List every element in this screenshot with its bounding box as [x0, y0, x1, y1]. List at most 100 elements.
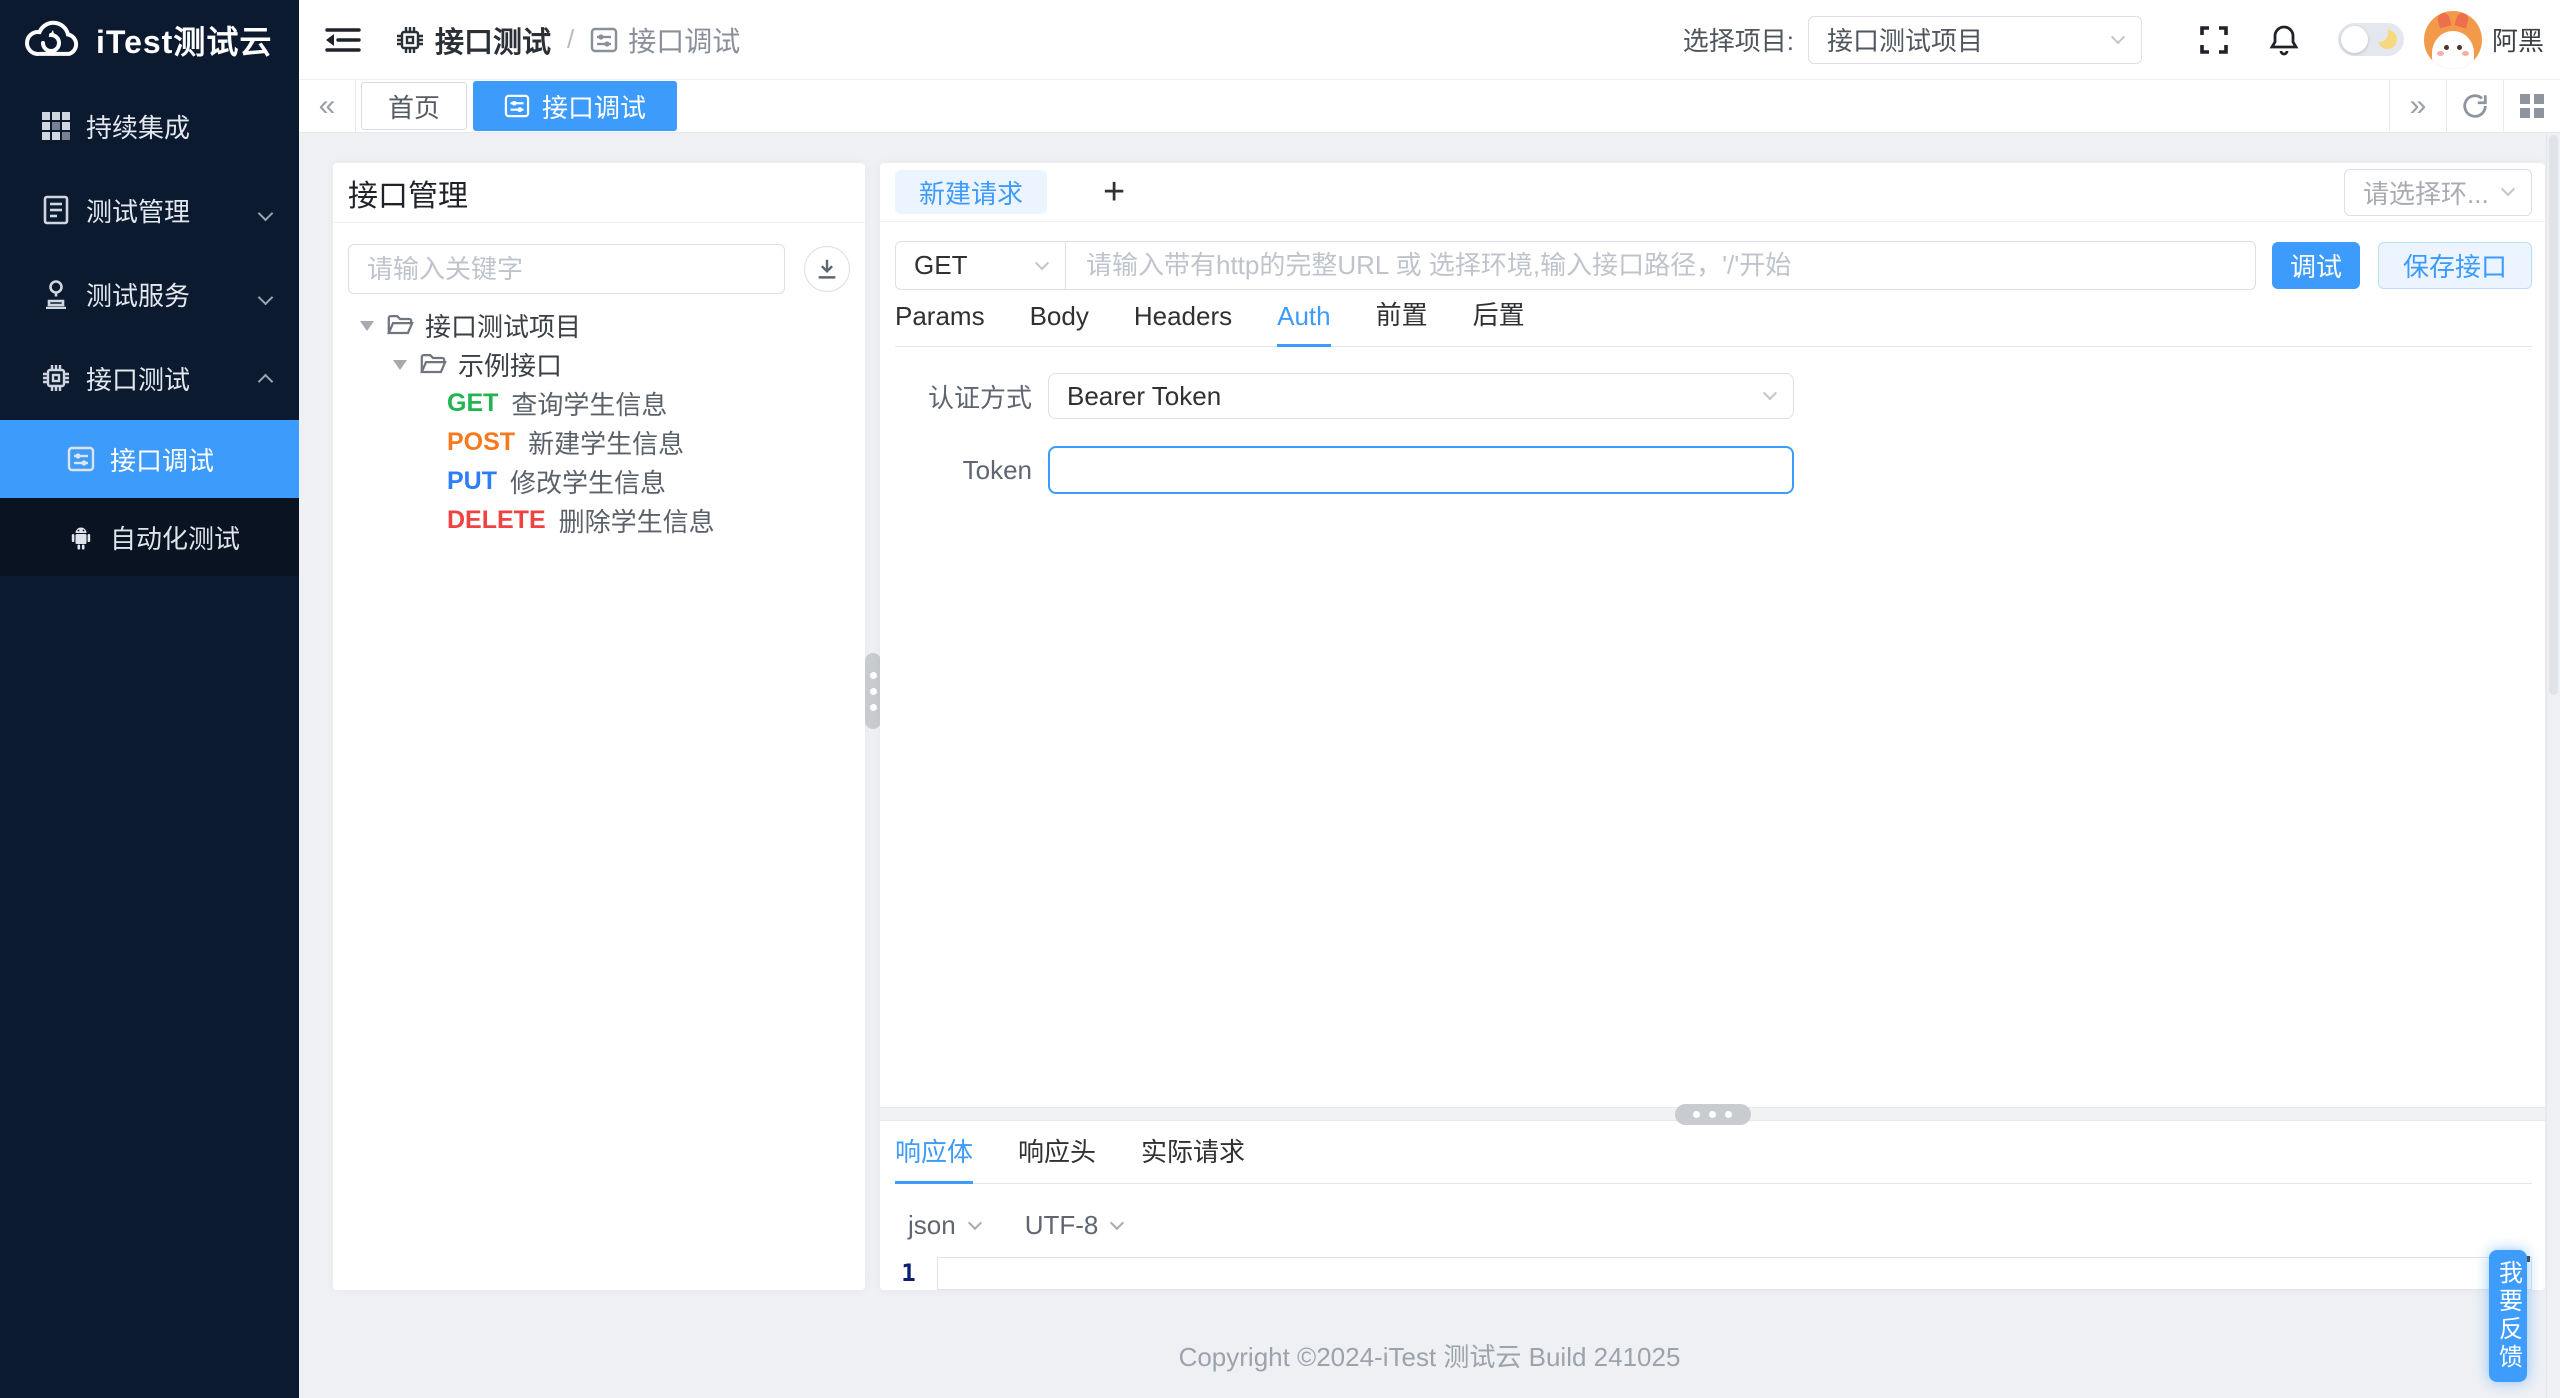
tree-node-api-delete[interactable]: DELETE 删除学生信息	[333, 501, 865, 540]
response-editor[interactable]: 1	[880, 1256, 2545, 1398]
encoding-select[interactable]: UTF-8	[1025, 1210, 1099, 1241]
panel-title: 接口管理	[348, 179, 468, 213]
request-tab-new[interactable]: 新建请求	[895, 170, 1048, 214]
format-select[interactable]: json	[908, 1210, 956, 1241]
tab-headers[interactable]: Headers	[1134, 301, 1232, 346]
sidebar-item-automation-test[interactable]: 自动化测试	[0, 498, 299, 576]
sidebar-item-test-management[interactable]: 测试管理	[0, 168, 299, 252]
http-method-select[interactable]: GET	[895, 241, 1066, 290]
tab-response-headers[interactable]: 响应头	[1018, 1132, 1096, 1183]
sidebar-item-api-debug[interactable]: 接口调试	[0, 420, 299, 498]
tab-actual-request[interactable]: 实际请求	[1141, 1132, 1245, 1183]
tree-node-project[interactable]: 接口测试项目	[333, 306, 865, 345]
caret-down-icon[interactable]	[360, 320, 374, 331]
tab-auth[interactable]: Auth	[1277, 301, 1331, 347]
tree-node-folder[interactable]: 示例接口	[333, 345, 865, 384]
dark-mode-toggle[interactable]	[2337, 23, 2404, 56]
tab-home[interactable]: 首页	[361, 82, 468, 130]
vertical-splitter	[865, 163, 881, 1290]
feedback-button[interactable]: 我要反馈	[2489, 1250, 2527, 1382]
username[interactable]: 阿黑	[2492, 21, 2544, 58]
chevron-down-icon	[2110, 29, 2126, 44]
notification-bell-icon[interactable]	[2268, 23, 2300, 57]
folder-icon	[419, 352, 447, 377]
grid-icon	[40, 112, 72, 140]
chip-icon	[395, 25, 425, 55]
app-root: iTest测试云 持续集成 测试管理 测试服务 接口测试 接口调试 自动化测试 …	[0, 0, 2560, 1398]
cloud-logo-icon	[20, 15, 82, 66]
header-actions: 选择项目: 接口测试项目 阿黑	[1682, 10, 2544, 69]
splitter-handle[interactable]	[865, 653, 881, 729]
project-select-label: 选择项目:	[1682, 26, 1794, 56]
sidebar-item-label: 接口调试	[110, 445, 215, 476]
tab-api-debug[interactable]: 接口调试	[473, 81, 678, 131]
collapse-sidebar-icon[interactable]	[325, 23, 363, 57]
user-avatar[interactable]	[2423, 10, 2482, 69]
app-logo[interactable]: iTest测试云	[0, 0, 299, 80]
token-row: Token	[880, 446, 2545, 494]
chevron-down-icon	[257, 195, 274, 226]
page-tabstrip: « 首页 接口调试 »	[299, 80, 2560, 133]
caret-down-icon[interactable]	[393, 359, 407, 370]
tree-node-label: 查询学生信息	[511, 390, 668, 420]
tab-body[interactable]: Body	[1030, 301, 1089, 346]
auth-method-value: Bearer Token	[1067, 380, 1222, 411]
tab-post-script[interactable]: 后置	[1473, 295, 1525, 346]
sidebar-item-label: 接口测试	[86, 364, 191, 395]
add-request-tab-button[interactable]: +	[1103, 173, 1125, 211]
project-select[interactable]: 接口测试项目	[1807, 15, 2142, 64]
scrollbar-thumb[interactable]	[2549, 135, 2558, 695]
import-download-button[interactable]	[804, 246, 850, 292]
breadcrumb-separator: /	[567, 24, 575, 54]
tree-node-api-post[interactable]: POST 新建学生信息	[333, 423, 865, 462]
scroll-tabs-right-icon[interactable]: »	[2389, 80, 2446, 132]
chip-icon	[40, 363, 72, 393]
logo-text: iTest测试云	[96, 24, 273, 60]
sidebar-item-test-service[interactable]: 测试服务	[0, 252, 299, 336]
tree-node-api-get[interactable]: GET 查询学生信息	[333, 384, 865, 423]
splitter-handle[interactable]	[1674, 1104, 1751, 1125]
tab-params[interactable]: Params	[895, 301, 985, 346]
top-header: 接口测试 / 接口调试 选择项目: 接口测试项目 阿黑	[299, 0, 2560, 80]
token-label: Token	[962, 454, 1032, 485]
layout-grid-icon[interactable]	[2503, 80, 2560, 132]
tree-node-label: 删除学生信息	[558, 507, 715, 537]
fullscreen-icon[interactable]	[2198, 24, 2230, 56]
refresh-icon[interactable]	[2446, 80, 2503, 132]
code-line[interactable]	[937, 1257, 2532, 1290]
sidebar-submenu: 接口调试 自动化测试	[0, 420, 299, 576]
save-api-button[interactable]: 保存接口	[2378, 242, 2532, 289]
keyword-search-input[interactable]	[348, 244, 785, 294]
page-scrollbar[interactable]	[2546, 133, 2560, 1398]
tab-response-body[interactable]: 响应体	[895, 1132, 974, 1184]
chevron-down-icon	[1110, 1215, 1125, 1231]
auth-method-label: 认证方式	[927, 382, 1032, 413]
scroll-tabs-left-icon[interactable]: «	[299, 80, 356, 132]
toggle-knob	[2340, 26, 2368, 53]
environment-select[interactable]: 请选择环...	[2344, 168, 2532, 216]
tree-node-label: 新建学生信息	[528, 429, 685, 459]
moon-icon	[2377, 30, 2397, 49]
tree-node-api-put[interactable]: PUT 修改学生信息	[333, 462, 865, 501]
response-format-row: json UTF-8	[908, 1208, 2545, 1242]
debug-button[interactable]: 调试	[2272, 242, 2360, 289]
robot-icon	[66, 523, 96, 551]
request-config-tabs: Params Body Headers Auth 前置 后置	[895, 300, 2532, 347]
token-input[interactable]	[1048, 446, 1794, 494]
search-row	[348, 244, 850, 294]
chevron-down-icon	[257, 279, 274, 310]
auth-method-select[interactable]: Bearer Token	[1048, 373, 1794, 419]
method-badge: GET	[447, 389, 499, 417]
chevron-down-icon	[967, 1215, 982, 1231]
tab-pre-script[interactable]: 前置	[1376, 295, 1428, 346]
sidebar-item-label: 自动化测试	[110, 523, 241, 554]
document-icon	[40, 195, 72, 225]
auth-form: 认证方式 Bearer Token Token	[880, 347, 2545, 521]
tree-node-label: 接口测试项目	[425, 312, 582, 342]
breadcrumb: 接口测试 / 接口调试	[395, 19, 740, 61]
request-url-input[interactable]	[1066, 241, 2256, 290]
sidebar-item-ci[interactable]: 持续集成	[0, 84, 299, 168]
tree-node-label: 修改学生信息	[510, 468, 667, 498]
method-badge: POST	[447, 428, 516, 456]
sidebar-item-api-test[interactable]: 接口测试	[0, 336, 299, 420]
